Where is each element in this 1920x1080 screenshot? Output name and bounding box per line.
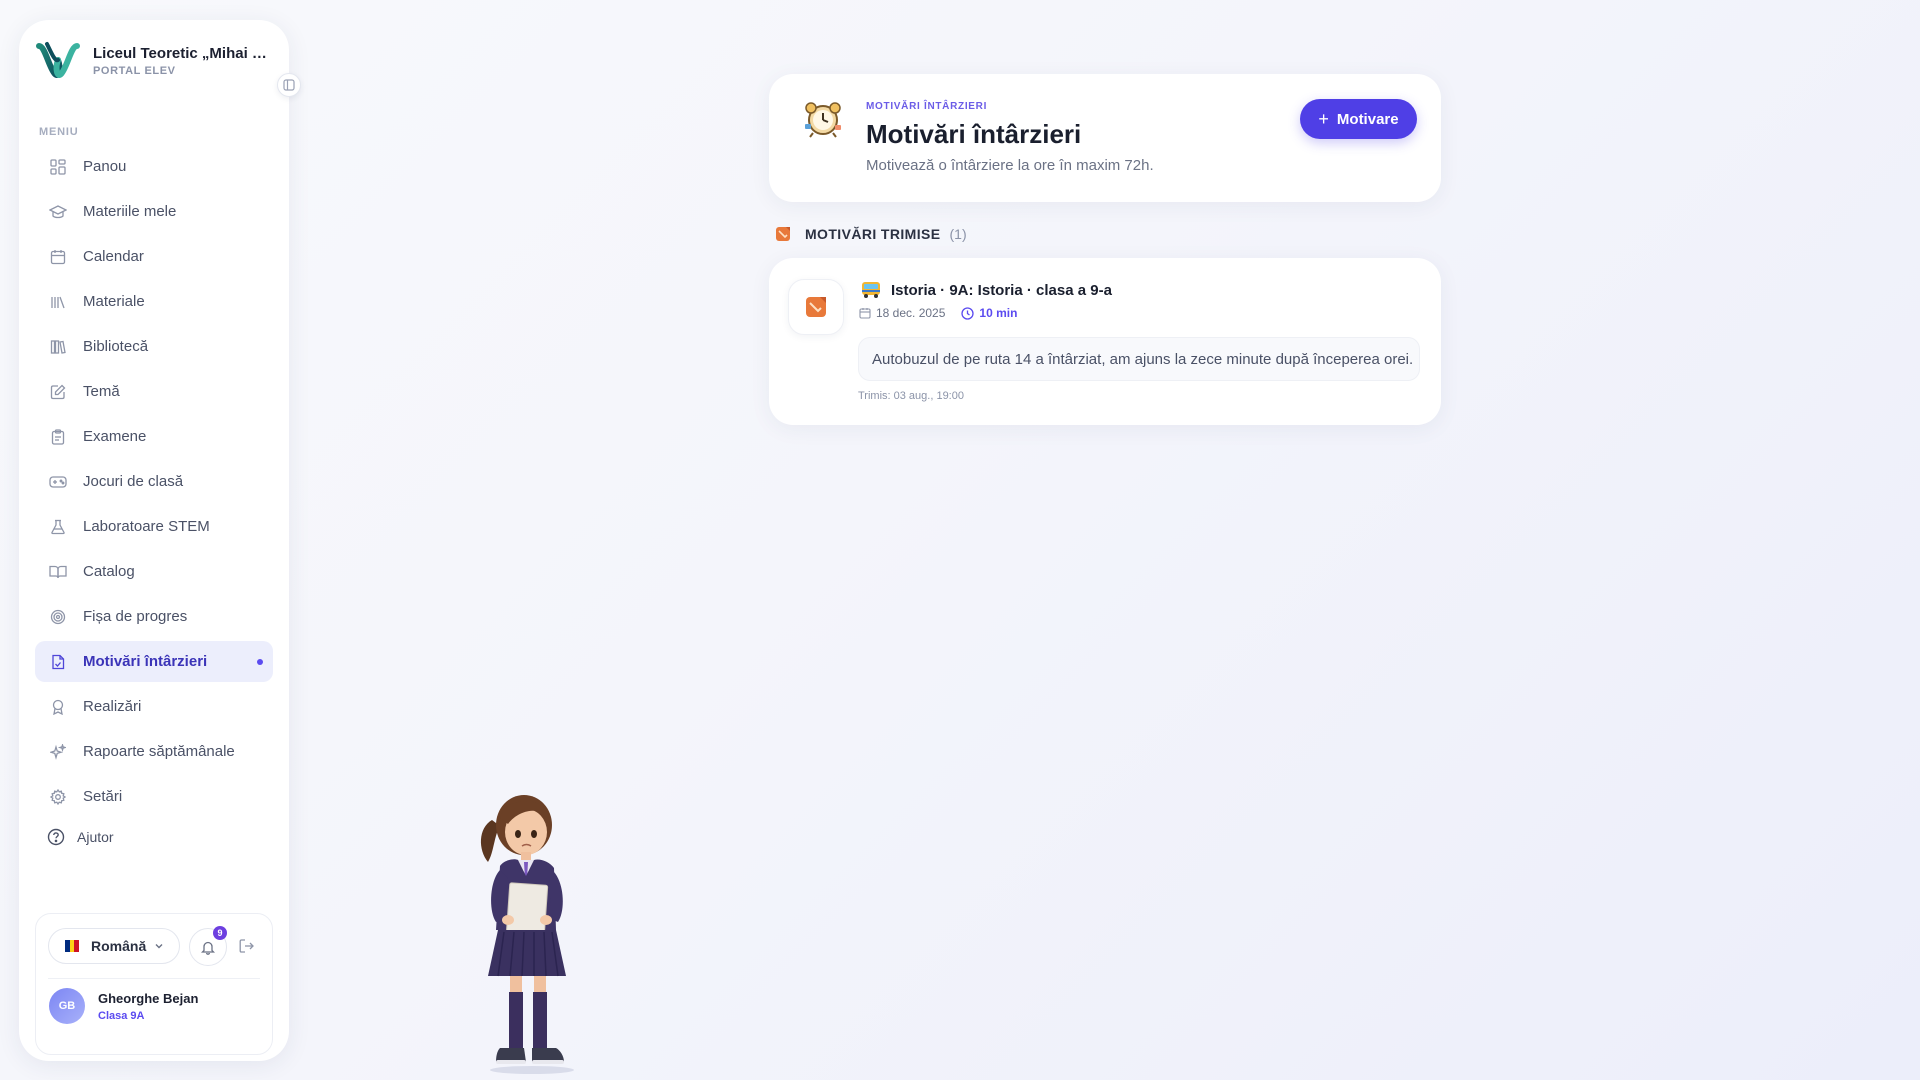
sidebar-item-rapoarte-saptamanale[interactable]: Rapoarte săptămânale xyxy=(35,731,273,772)
sidebar-item-label: Rapoarte săptămânale xyxy=(83,743,235,760)
sidebar-item-label: Temă xyxy=(83,383,120,400)
sidebar-item-laboratoare-stem[interactable]: Laboratoare STEM xyxy=(35,506,273,547)
submission-reason: Autobuzul de pe ruta 14 a întârziat, am … xyxy=(858,337,1420,381)
page-subtitle: Motivează o întârziere la ore în maxim 7… xyxy=(866,157,1154,174)
award-icon xyxy=(49,698,67,716)
section-title: MOTIVĂRI TRIMISE xyxy=(805,226,941,242)
bell-icon xyxy=(201,941,215,955)
sidebar-item-label: Bibliotecă xyxy=(83,338,149,355)
library-icon xyxy=(49,338,67,356)
chevron-down-icon xyxy=(155,944,163,949)
alarm-clock-icon xyxy=(805,102,841,138)
sidebar-item-motivari-intarzieri[interactable]: Motivări întârzieri xyxy=(35,641,273,682)
submission-title-row: Istoria · 9A: Istoria · clasa a 9-a xyxy=(861,281,1112,299)
clipboard-icon xyxy=(49,428,67,446)
sidebar-item-jocuri-de-clasa[interactable]: Jocuri de clasă xyxy=(35,461,273,502)
file-check-icon xyxy=(49,653,67,671)
submission-duration: 10 min xyxy=(979,306,1018,320)
help-label: Ajutor xyxy=(77,829,114,845)
sidebar: Liceul Teoretic „Mihai Eminescu” PORTAL … xyxy=(19,20,301,1061)
notification-badge: 9 xyxy=(213,926,227,940)
help-link[interactable]: Ajutor xyxy=(47,828,114,846)
page-eyebrow: MOTIVĂRI ÎNTÂRZIERI xyxy=(866,101,988,112)
sidebar-item-panou[interactable]: Panou xyxy=(35,146,273,187)
target-icon xyxy=(49,608,67,626)
sidebar-footer: Română 9 GB Gheorghe Bejan Clasa 9A xyxy=(35,913,273,1055)
user-class: Clasa 9A xyxy=(98,1009,145,1022)
submission-sent-time: Trimis: 03 aug., 19:00 xyxy=(858,390,964,402)
portal-label: PORTAL ELEV xyxy=(93,65,176,77)
sparkles-icon xyxy=(49,743,67,761)
edit-icon xyxy=(49,383,67,401)
active-indicator xyxy=(257,659,263,665)
user-name: Gheorghe Bejan xyxy=(98,990,199,1006)
submission-date: 18 dec. 2025 xyxy=(876,306,946,320)
sidebar-item-label: Jocuri de clasă xyxy=(83,473,184,490)
sidebar-item-label: Realizări xyxy=(83,698,142,715)
notifications-button[interactable]: 9 xyxy=(189,926,227,966)
page-header-card: MOTIVĂRI ÎNTÂRZIERI Motivări întârzieri … xyxy=(769,74,1441,202)
submission-meta: 18 dec. 2025 10 min xyxy=(859,306,1017,320)
language-select[interactable]: Română xyxy=(48,928,180,964)
sidebar-item-label: Materiile mele xyxy=(83,203,177,220)
submission-icon-box xyxy=(788,279,844,335)
submission-card[interactable]: Istoria · 9A: Istoria · clasa a 9-a 18 d… xyxy=(769,258,1441,425)
collapse-sidebar-button[interactable] xyxy=(277,73,301,97)
sidebar-nav: Panou Materiile mele Calendar Materiale … xyxy=(35,146,273,821)
sidebar-item-biblioteca[interactable]: Bibliotecă xyxy=(35,326,273,367)
books-icon xyxy=(49,293,67,311)
plus-icon: + xyxy=(1318,109,1329,129)
submission-title: Istoria · 9A: Istoria · clasa a 9-a xyxy=(891,281,1112,299)
sidebar-collapse-icon xyxy=(283,79,295,91)
flask-icon xyxy=(49,518,67,536)
graduation-cap-icon xyxy=(49,203,67,221)
sidebar-item-setari[interactable]: Setări xyxy=(35,776,273,817)
sidebar-item-label: Catalog xyxy=(83,563,135,580)
book-open-icon xyxy=(49,563,67,581)
sidebar-item-label: Calendar xyxy=(83,248,144,265)
note-icon xyxy=(806,297,826,317)
menu-section-label: MENIU xyxy=(39,126,79,138)
sidebar-item-label: Fișa de progres xyxy=(83,608,188,625)
school-logo-icon xyxy=(36,42,80,78)
dashboard-icon xyxy=(49,158,67,176)
clock-icon xyxy=(961,306,975,320)
avatar: GB xyxy=(49,988,85,1024)
add-motivation-label: Motivare xyxy=(1336,110,1399,128)
section-count: (1) xyxy=(949,226,967,242)
add-motivation-button[interactable]: + Motivare xyxy=(1300,99,1417,139)
help-circle-icon xyxy=(47,828,65,846)
student-mascot-illustration xyxy=(480,795,574,1074)
language-label: Română xyxy=(91,938,147,954)
sidebar-item-catalog[interactable]: Catalog xyxy=(35,551,273,592)
sidebar-item-label: Materiale xyxy=(83,293,145,310)
sidebar-item-tema[interactable]: Temă xyxy=(35,371,273,412)
note-icon xyxy=(776,227,790,241)
sidebar-item-label: Setări xyxy=(83,788,123,805)
bus-icon xyxy=(862,282,880,298)
sent-section-header: MOTIVĂRI TRIMISE (1) xyxy=(775,226,967,242)
sidebar-item-label: Laboratoare STEM xyxy=(83,518,210,535)
romania-flag-icon xyxy=(65,940,80,952)
sidebar-item-materiile-mele[interactable]: Materiile mele xyxy=(35,191,273,232)
footer-divider xyxy=(48,978,260,979)
gear-icon xyxy=(49,788,67,806)
logout-icon[interactable] xyxy=(238,937,256,955)
brand[interactable]: Liceul Teoretic „Mihai Eminescu” PORTAL … xyxy=(35,38,275,84)
school-name: Liceul Teoretic „Mihai Eminescu” xyxy=(93,45,275,62)
sidebar-item-fisa-de-progres[interactable]: Fișa de progres xyxy=(35,596,273,637)
sidebar-item-label: Examene xyxy=(83,428,147,445)
calendar-icon xyxy=(859,308,871,319)
sidebar-item-label: Motivări întârzieri xyxy=(83,653,208,670)
sidebar-item-materiale[interactable]: Materiale xyxy=(35,281,273,322)
sidebar-item-label: Panou xyxy=(83,158,127,175)
gamepad-icon xyxy=(49,473,67,491)
sidebar-item-examene[interactable]: Examene xyxy=(35,416,273,457)
page-title: Motivări întârzieri xyxy=(866,119,1082,149)
user-profile[interactable]: GB Gheorghe Bejan Clasa 9A xyxy=(49,988,198,1024)
sidebar-item-calendar[interactable]: Calendar xyxy=(35,236,273,277)
sidebar-item-realizari[interactable]: Realizări xyxy=(35,686,273,727)
calendar-icon xyxy=(49,248,67,266)
